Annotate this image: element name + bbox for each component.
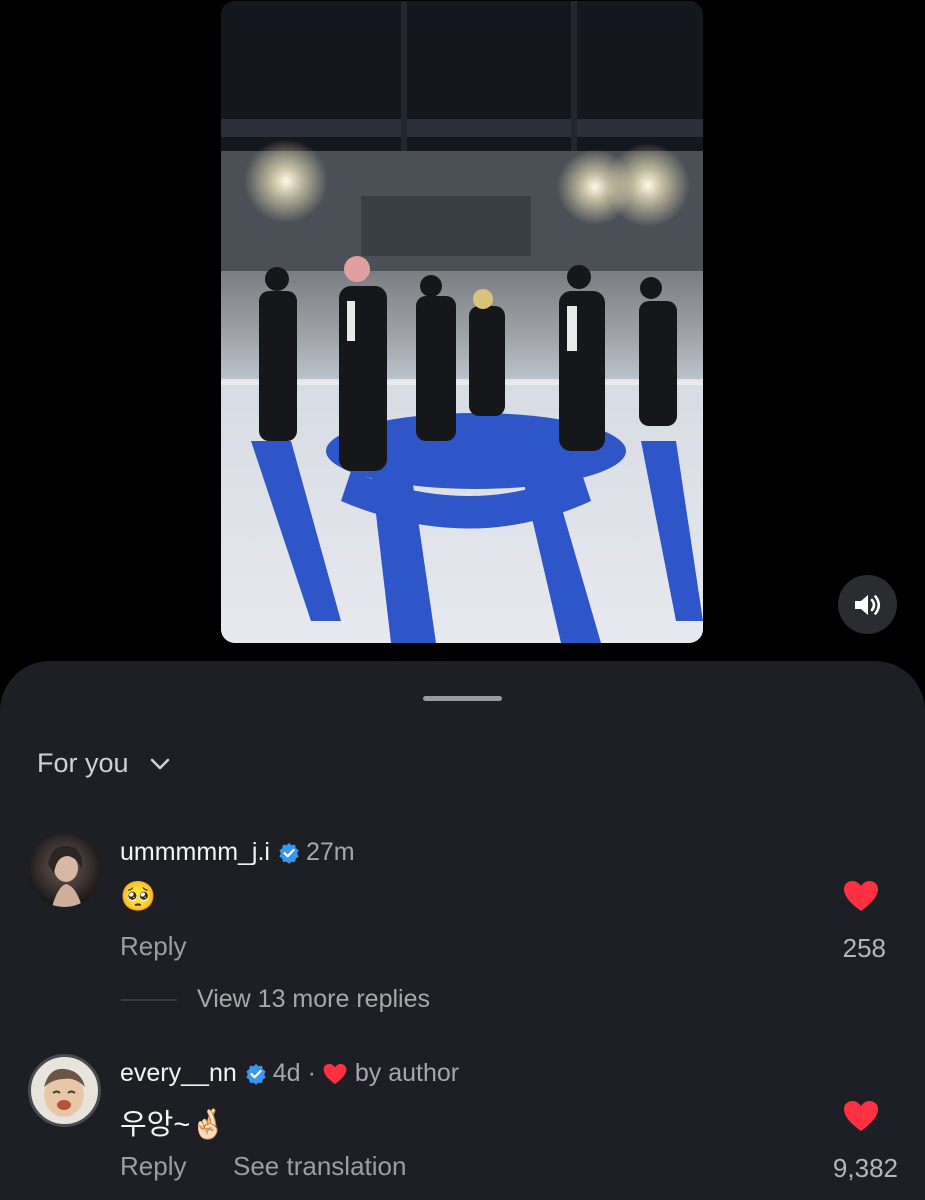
see-translation-button[interactable]: See translation	[233, 1151, 406, 1182]
sound-toggle-button[interactable]	[838, 575, 897, 634]
reply-button[interactable]: Reply	[120, 931, 186, 962]
heart-icon	[844, 1101, 878, 1131]
reply-button[interactable]: Reply	[120, 1151, 186, 1182]
like-count: 258	[842, 933, 886, 963]
verified-badge-icon	[245, 1063, 267, 1085]
comment-filter-dropdown[interactable]: For you	[37, 748, 171, 779]
heart-icon	[844, 881, 878, 911]
like-button[interactable]	[843, 1100, 879, 1132]
like-button[interactable]	[843, 880, 879, 912]
avatar-photo	[48, 845, 83, 907]
username[interactable]: every__nn	[120, 1059, 237, 1088]
comment-time: 27m	[306, 838, 355, 866]
dance-video-frame	[221, 1, 703, 643]
comment-header: every__nn 4d · by author	[120, 1059, 459, 1088]
avatar[interactable]	[28, 1054, 101, 1127]
speaker-icon	[854, 594, 880, 615]
view-more-replies-button[interactable]: View 13 more replies	[197, 985, 430, 1014]
separator-dot: ·	[307, 1059, 316, 1087]
heart-icon	[323, 1063, 347, 1085]
comment-body: 🥺	[120, 881, 157, 913]
replies-divider	[121, 999, 177, 1001]
liked-by-author-label: by author	[354, 1059, 460, 1087]
video-player[interactable]	[221, 1, 703, 643]
comment-header: ummmmm_j.i 27m	[120, 838, 355, 867]
avatar[interactable]	[28, 834, 101, 907]
like-count: 9,382	[832, 1153, 898, 1183]
chevron-down-icon	[149, 753, 171, 775]
sheet-drag-handle[interactable]	[423, 696, 502, 701]
comment-time: 4d	[272, 1059, 301, 1087]
avatar-photo	[44, 1068, 85, 1117]
comment-body: 우앙~🤞🏻	[120, 1109, 227, 1141]
username[interactable]: ummmmm_j.i	[120, 838, 270, 867]
verified-badge-icon	[278, 842, 300, 864]
filter-label: For you	[37, 748, 129, 778]
